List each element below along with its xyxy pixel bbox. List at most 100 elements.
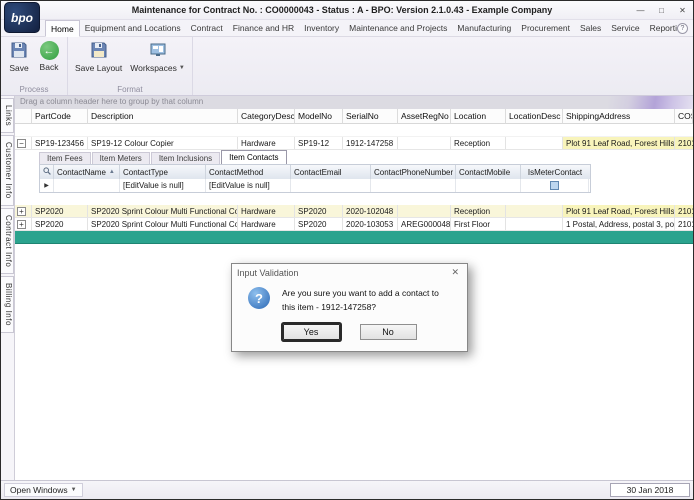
collapse-row-button[interactable]: − xyxy=(17,138,26,148)
ribbon-tab-contract[interactable]: Contract xyxy=(186,20,228,36)
grid-cell[interactable] xyxy=(506,218,563,230)
contacttype-cell[interactable]: [EditValue is null] xyxy=(120,179,206,192)
contactmobile-cell[interactable] xyxy=(456,179,521,192)
ribbon-tab-equipment-and-locations[interactable]: Equipment and Locations xyxy=(80,20,186,36)
ribbon-tab-inventory[interactable]: Inventory xyxy=(299,20,344,36)
ribbon-tab-maintenance-and-projects[interactable]: Maintenance and Projects xyxy=(344,20,452,36)
grid-cell[interactable]: SP2020 xyxy=(295,205,343,217)
grid-cell[interactable]: SP19-123456 xyxy=(32,137,88,149)
grid-cell[interactable] xyxy=(398,137,451,149)
column-header-contactemail[interactable]: ContactEmail xyxy=(291,165,371,179)
column-header-modelno[interactable]: ModelNo xyxy=(295,109,343,124)
column-header-locationdesc[interactable]: LocationDesc xyxy=(506,109,563,124)
side-tab-customer-info[interactable]: Customer Info xyxy=(1,135,14,206)
grid-cell[interactable] xyxy=(398,205,451,217)
contactmethod-cell[interactable]: [EditValue is null] xyxy=(206,179,291,192)
column-header-ismetercontact[interactable]: IsMeterContact xyxy=(521,165,589,179)
ribbon-tab-procurement[interactable]: Procurement xyxy=(516,20,575,36)
dialog-message: Are you sure you want to add a contact t… xyxy=(282,288,439,312)
table-row[interactable]: + SP2020 SP2020 Sprint Colour Multi Func… xyxy=(15,218,693,231)
grid-cell[interactable]: SP2020 xyxy=(32,205,88,217)
tab-item-meters[interactable]: Item Meters xyxy=(91,152,150,164)
expand-row-button[interactable]: + xyxy=(17,219,26,229)
table-row[interactable]: + SP2020 SP2020 Sprint Colour Multi Func… xyxy=(15,205,693,218)
ribbon-tab-finance-and-hr[interactable]: Finance and HR xyxy=(228,20,299,36)
grid-cell[interactable]: SP19-12 Colour Copier xyxy=(88,137,238,149)
minimize-button[interactable]: — xyxy=(630,1,651,19)
grid-cell[interactable]: 2020-102048 xyxy=(343,205,398,217)
grid-cell[interactable]: Reception xyxy=(451,205,506,217)
ribbon-tab-service[interactable]: Service xyxy=(606,20,644,36)
save-button[interactable]: Save xyxy=(4,39,34,83)
grid-cell[interactable] xyxy=(506,205,563,217)
column-header-partcode[interactable]: PartCode xyxy=(32,109,88,124)
detail-row[interactable]: ▶ [EditValue is null] [EditValue is null… xyxy=(40,179,590,192)
grid-cell[interactable]: SP2020 Sprint Colour Multi Functional Co… xyxy=(88,218,238,230)
side-tab-billing-info[interactable]: Billing Info xyxy=(1,276,14,334)
column-header-description[interactable]: Description xyxy=(88,109,238,124)
column-header-contacttype[interactable]: ContactType xyxy=(120,165,206,179)
column-header-categorydesc[interactable]: CategoryDesc xyxy=(238,109,295,124)
grid-cell[interactable]: First Floor xyxy=(451,218,506,230)
close-button[interactable]: ✕ xyxy=(672,1,693,19)
tab-item-contacts[interactable]: Item Contacts xyxy=(221,150,287,164)
date-field[interactable]: 30 Jan 2018 xyxy=(610,483,690,497)
back-icon: ← xyxy=(39,41,59,60)
grid-cell[interactable]: 2020-103053 xyxy=(343,218,398,230)
grid-cell[interactable]: Plot 91 Leaf Road, Forest Hills,... xyxy=(563,205,675,217)
grid-cell[interactable]: SP2020 Sprint Colour Multi Functional Co… xyxy=(88,205,238,217)
maximize-button[interactable]: □ xyxy=(651,1,672,19)
column-header-serialno[interactable]: SerialNo xyxy=(343,109,398,124)
side-tab-contract-info[interactable]: Contract Info xyxy=(1,207,14,275)
grid-cell[interactable]: 1912-147258 xyxy=(343,137,398,149)
ribbon-group-format: Save Layout Workspaces ▼ Format xyxy=(68,37,193,95)
tab-item-fees[interactable]: Item Fees xyxy=(39,152,91,164)
grid-cell[interactable]: SP2020 xyxy=(32,218,88,230)
sort-asc-icon: ▲ xyxy=(108,169,115,175)
open-windows-button[interactable]: Open Windows ▼ xyxy=(4,483,83,497)
grid-cell[interactable]: 2101 xyxy=(675,205,693,217)
workspaces-button[interactable]: Workspaces ▼ xyxy=(126,39,189,83)
grid-cell[interactable]: Hardware xyxy=(238,137,295,149)
grid-cell[interactable]: SP19-12 xyxy=(295,137,343,149)
expand-row-button[interactable]: + xyxy=(17,206,26,216)
contactname-cell[interactable] xyxy=(54,179,120,192)
grid-cell[interactable]: 2101 xyxy=(675,137,693,149)
grid-cell[interactable]: Reception xyxy=(451,137,506,149)
contactphonenumber-cell[interactable] xyxy=(371,179,456,192)
table-row[interactable]: − SP19-123456 SP19-12 Colour Copier Hard… xyxy=(15,137,693,150)
grid-cell[interactable]: Hardware xyxy=(238,218,295,230)
selected-row[interactable] xyxy=(15,231,693,244)
contactemail-cell[interactable] xyxy=(291,179,371,192)
help-icon[interactable]: ? xyxy=(677,23,688,34)
ribbon-tab-home[interactable]: Home xyxy=(45,20,80,37)
filter-button[interactable] xyxy=(40,165,54,179)
ribbon-tab-sales[interactable]: Sales xyxy=(575,20,606,36)
yes-button[interactable]: Yes xyxy=(282,324,340,341)
ismetercontact-checkbox[interactable] xyxy=(550,181,559,190)
save-layout-icon xyxy=(90,41,108,61)
column-header-contactmobile[interactable]: ContactMobile xyxy=(456,165,521,179)
column-header-contactname[interactable]: ContactName ▲ xyxy=(54,165,120,179)
grid-cell[interactable]: 1 Postal, Address, postal 3, po... xyxy=(563,218,675,230)
save-layout-button[interactable]: Save Layout xyxy=(71,39,126,83)
side-tab-links[interactable]: Links xyxy=(1,98,14,134)
dialog-close-button[interactable]: ✕ xyxy=(448,267,462,278)
column-header-assetregno[interactable]: AssetRegNo xyxy=(398,109,451,124)
tab-item-inclusions[interactable]: Item Inclusions xyxy=(150,152,221,164)
indicator-column-header xyxy=(15,109,32,124)
grid-cell[interactable]: SP2020 xyxy=(295,218,343,230)
grid-cell[interactable] xyxy=(506,137,563,149)
back-button[interactable]: ← Back xyxy=(34,39,64,83)
grid-cell[interactable]: 2101 xyxy=(675,218,693,230)
grid-cell[interactable]: AREG000048 xyxy=(398,218,451,230)
column-header-contactmethod[interactable]: ContactMethod xyxy=(206,165,291,179)
column-header-location[interactable]: Location xyxy=(451,109,506,124)
no-button[interactable]: No xyxy=(359,324,417,341)
column-header-contactphonenumber[interactable]: ContactPhoneNumber xyxy=(371,165,456,179)
ribbon-tab-manufacturing[interactable]: Manufacturing xyxy=(452,20,516,36)
column-header-cosa[interactable]: COSA xyxy=(675,109,693,124)
grid-cell[interactable]: Plot 91 Leaf Road, Forest Hills,... xyxy=(563,137,675,149)
grid-cell[interactable]: Hardware xyxy=(238,205,295,217)
column-header-shippingaddress[interactable]: ShippingAddress xyxy=(563,109,675,124)
